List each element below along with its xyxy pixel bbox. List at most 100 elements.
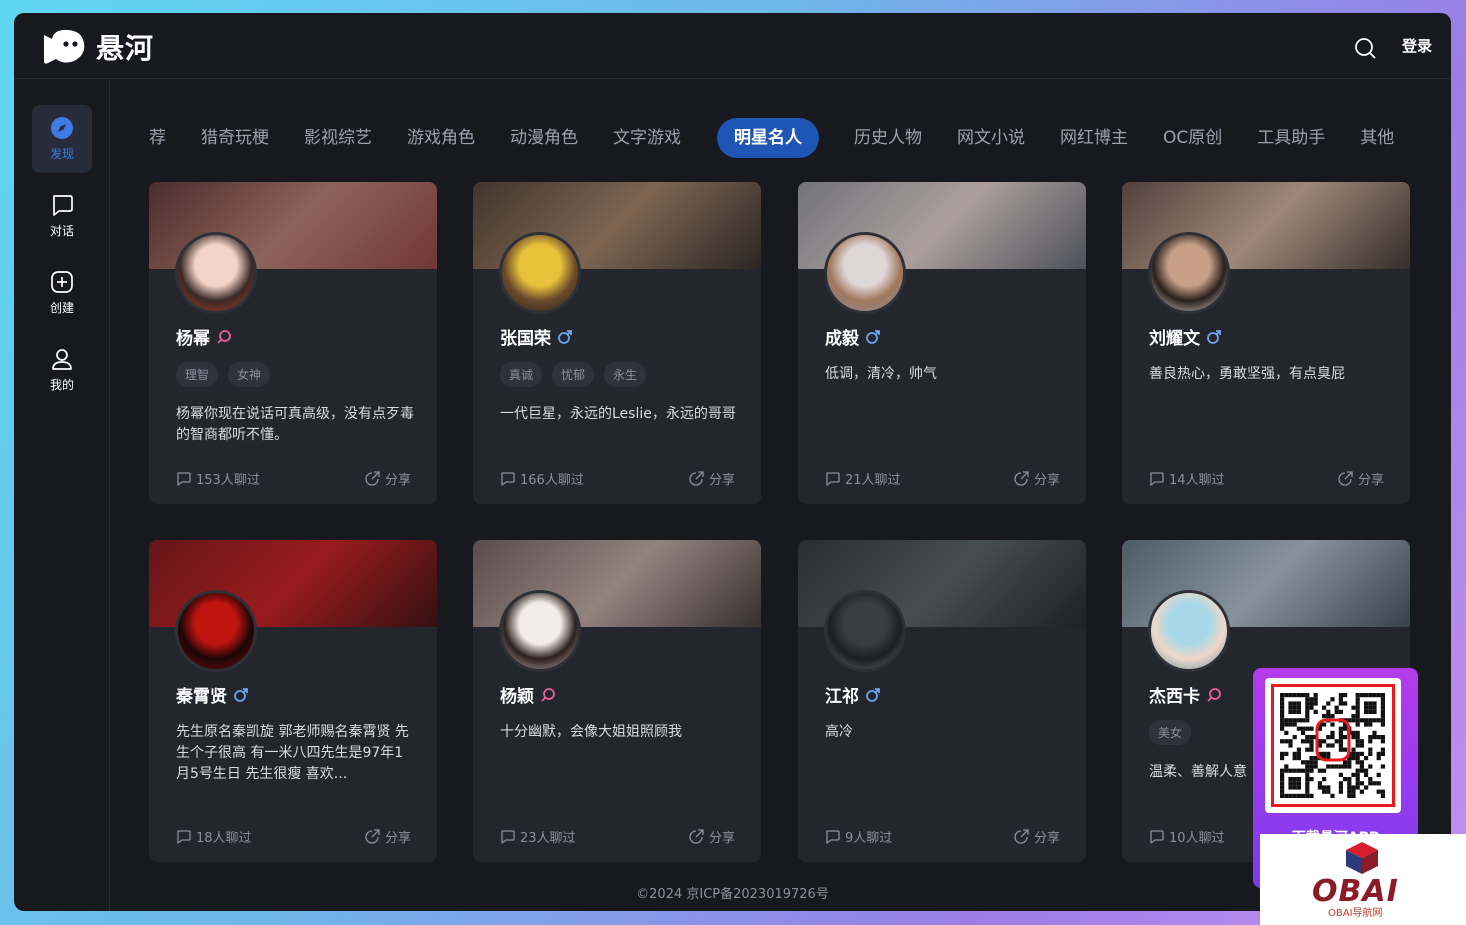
chat-count: 10人聊过 — [1149, 827, 1225, 846]
share-label: 分享 — [708, 831, 735, 846]
tab-item[interactable]: 游戏角色 — [390, 118, 492, 158]
name-row: 秦霄贤 — [176, 682, 249, 707]
tab-item[interactable]: 网文小说 — [940, 118, 1042, 158]
character-description: 十分幽默，会像大姐姐照顾我 — [500, 724, 682, 740]
character-name: 刘耀文 — [1149, 329, 1200, 349]
tab-item[interactable]: 荐 — [149, 118, 183, 158]
share-icon — [1014, 829, 1029, 844]
tab-item[interactable]: 明星名人 — [717, 118, 819, 158]
logo[interactable]: 悬河 — [40, 27, 154, 67]
share-button[interactable]: 分享 — [365, 827, 411, 846]
compass-icon — [51, 117, 73, 139]
tab-item[interactable]: 工具助手 — [1240, 118, 1342, 158]
avatar — [499, 590, 581, 672]
chat-count-text: 10人聊过 — [1169, 831, 1225, 846]
card-footer: 21人聊过 分享 — [825, 469, 1060, 488]
sidebar: 发现 对话 创建 我的 — [14, 80, 110, 911]
share-icon — [689, 471, 704, 486]
tab-item[interactable]: 其他 — [1343, 118, 1411, 158]
share-button[interactable]: 分享 — [689, 469, 735, 488]
character-name: 成毅 — [825, 329, 859, 349]
character-name: 张国荣 — [500, 329, 551, 349]
character-card[interactable]: 杨幂 理智 女神 杨幂你现在说话可真高级，没有点歹毒的智商都听不懂。 153人聊过 分… — [149, 182, 437, 504]
sidebar-item-discover[interactable]: 发现 — [32, 105, 92, 173]
tab-item[interactable]: OC原创 — [1146, 118, 1239, 158]
chat-count-text: 23人聊过 — [520, 831, 576, 846]
chat-bubble-icon — [177, 830, 191, 844]
share-label: 分享 — [384, 473, 411, 488]
avatar — [1148, 232, 1230, 314]
search-icon[interactable] — [1354, 37, 1376, 59]
tab-item[interactable]: 网红博主 — [1043, 118, 1145, 158]
share-button[interactable]: 分享 — [1014, 469, 1060, 488]
character-description: 善良热心，勇敢坚强，有点臭屁 — [1149, 366, 1345, 382]
card-footer: 23人聊过 分享 — [500, 827, 735, 846]
qr-code[interactable] — [1265, 678, 1401, 813]
tag-list: 美女 — [1149, 720, 1192, 745]
character-name: 杨颖 — [500, 687, 534, 707]
character-card[interactable]: 杨颖十分幽默，会像大姐姐照顾我 23人聊过 分享 — [473, 540, 761, 862]
card-footer: 166人聊过 分享 — [500, 469, 735, 488]
character-card[interactable]: 秦霄贤 先生原名秦凯旋 郭老师赐名秦霄贤 先生个子很高 有一米八四先生是97年1月… — [149, 540, 437, 862]
chat-bubble-icon — [1150, 830, 1164, 844]
tab-item[interactable]: 猎奇玩梗 — [184, 118, 286, 158]
name-row: 刘耀文 — [1149, 324, 1222, 349]
male-icon — [866, 687, 880, 702]
chat-bubble-icon — [177, 472, 191, 486]
character-card[interactable]: 成毅 低调，清冷，帅气 21人聊过 分享 — [798, 182, 1086, 504]
tag-list: 真诚 忧郁 永生 — [500, 362, 647, 387]
chat-count-text: 153人聊过 — [196, 473, 260, 488]
avatar — [1148, 590, 1230, 672]
share-button[interactable]: 分享 — [1014, 827, 1060, 846]
card-footer: 9人聊过 分享 — [825, 827, 1060, 846]
tab-item[interactable]: 动漫角色 — [493, 118, 595, 158]
name-row: 江祁 — [825, 682, 881, 707]
share-button[interactable]: 分享 — [1338, 469, 1384, 488]
tag-list: 理智 女神 — [176, 362, 271, 387]
avatar — [175, 232, 257, 314]
male-icon — [866, 329, 880, 344]
tag: 真诚 — [500, 362, 543, 387]
tab-item[interactable]: 文字游戏 — [596, 118, 698, 158]
character-description: 杨幂你现在说话可真高级，没有点歹毒的智商都听不懂。 — [176, 406, 414, 443]
sidebar-item-chat[interactable]: 对话 — [32, 182, 92, 250]
character-card[interactable]: 张国荣 真诚 忧郁 永生 一代巨星，永远的Leslie，永远的哥哥 166人聊过 分享 — [473, 182, 761, 504]
chat-count-text: 166人聊过 — [520, 473, 584, 488]
share-label: 分享 — [1033, 831, 1060, 846]
share-label: 分享 — [1357, 473, 1384, 488]
copyright-text: ©2024 京ICP备2023019726号 — [636, 887, 829, 902]
top-bar: 悬河 登录 — [14, 13, 1451, 79]
share-icon — [365, 829, 380, 844]
sidebar-item-label: 发现 — [49, 147, 74, 161]
tab-item[interactable]: 影视综艺 — [287, 118, 389, 158]
chat-bubble-icon — [501, 830, 515, 844]
sidebar-item-create[interactable]: 创建 — [32, 259, 92, 327]
card-footer: 18人聊过 分享 — [176, 827, 411, 846]
share-label: 分享 — [384, 831, 411, 846]
tab-item[interactable]: 历史人物 — [837, 118, 939, 158]
chat-bubble-icon — [826, 830, 840, 844]
male-icon — [558, 329, 572, 344]
avatar — [175, 590, 257, 672]
tag: 女神 — [228, 362, 271, 387]
tag: 永生 — [604, 362, 647, 387]
login-button[interactable]: 登录 — [1402, 35, 1432, 56]
chat-bubble-icon — [826, 472, 840, 486]
cube-logo-icon — [1346, 842, 1378, 874]
character-card[interactable]: 刘耀文善良热心，勇敢坚强，有点臭屁 14人聊过 分享 — [1122, 182, 1410, 504]
chat-count-text: 14人聊过 — [1169, 473, 1225, 488]
category-tabs: 荐猎奇玩梗 影视综艺 游戏角色 动漫角色 文字游戏 明星名人 历史人物 网文小说 网红博主 OC原… — [149, 118, 1419, 162]
watermark: OBAI OBAI导航网 — [1260, 834, 1466, 925]
share-button[interactable]: 分享 — [365, 469, 411, 488]
female-icon — [1207, 687, 1221, 702]
tag: 美女 — [1149, 720, 1192, 745]
share-icon — [1338, 471, 1353, 486]
character-description: 高冷 — [825, 724, 853, 740]
app-window: 悬河 登录 发现 对话 创建 我的 荐 猎奇玩梗 影视综艺 游戏角色 动漫角色 … — [14, 13, 1451, 911]
share-button[interactable]: 分享 — [689, 827, 735, 846]
chat-bubble-icon — [501, 472, 515, 486]
sidebar-item-mine[interactable]: 我的 — [32, 336, 92, 404]
avatar — [499, 232, 581, 314]
name-row: 成毅 — [825, 324, 881, 349]
character-card[interactable]: 江祁高冷 9人聊过 分享 — [798, 540, 1086, 862]
